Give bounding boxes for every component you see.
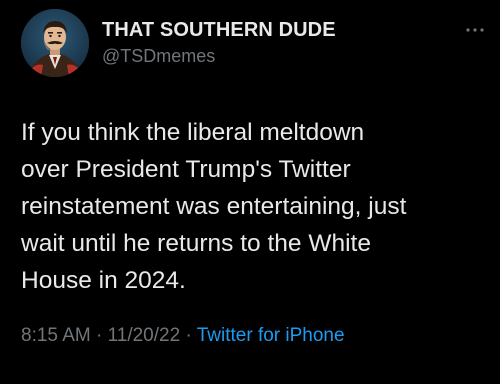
meta-separator: ·	[96, 325, 103, 346]
avatar-portrait-icon	[21, 9, 89, 77]
tweet-time[interactable]: 8:15 AM	[21, 325, 91, 346]
tweet-card: THAT SOUTHERN DUDE @TSDmemes If you thin…	[0, 0, 500, 384]
profile-avatar[interactable]	[21, 9, 89, 77]
tweet-source-link[interactable]: Twitter for iPhone	[197, 325, 345, 346]
tweet-text: If you think the liberal meltdown over P…	[21, 119, 407, 294]
author-display-name[interactable]: THAT SOUTHERN DUDE	[102, 19, 336, 42]
tweet-meta: 8:15 AM · 11/20/22 · Twitter for iPhone	[21, 325, 345, 347]
more-options-icon[interactable]	[464, 22, 486, 32]
tweet-date[interactable]: 11/20/22	[108, 325, 181, 346]
meta-separator: ·	[185, 325, 192, 346]
author-handle[interactable]: @TSDmemes	[102, 46, 215, 67]
